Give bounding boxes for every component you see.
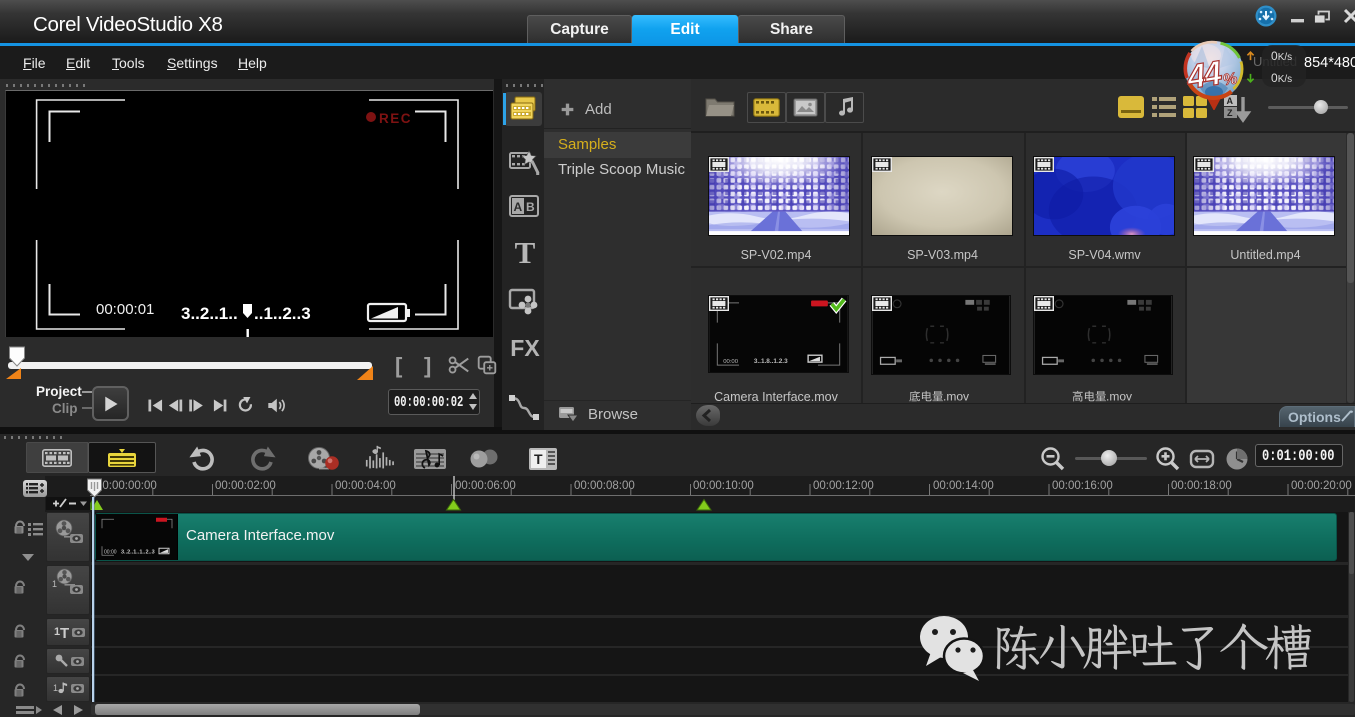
svg-text:00:00:14:00: 00:00:14:00 xyxy=(933,480,994,492)
svg-text:00:00:10:00: 00:00:10:00 xyxy=(693,480,754,492)
svg-text:3..1.8..1.2.3: 3..1.8..1.2.3 xyxy=(754,358,788,365)
svg-text:..1..2..3: ..1..2..3 xyxy=(254,304,311,323)
svg-text:00:00:08:00: 00:00:08:00 xyxy=(574,480,635,492)
svg-text:00:00:01: 00:00:01 xyxy=(96,301,154,318)
svg-text:3..2..1..1..2..3: 3..2..1..1..2..3 xyxy=(121,549,155,555)
svg-text:00:00: 00:00 xyxy=(104,549,117,555)
svg-text:00:00:00:00: 00:00:00:00 xyxy=(96,480,157,492)
svg-text:1: 1 xyxy=(53,683,58,693)
svg-text:1: 1 xyxy=(52,579,57,589)
svg-text:00:00:04:00: 00:00:04:00 xyxy=(335,480,396,492)
svg-text:00:00:12:00: 00:00:12:00 xyxy=(813,480,874,492)
svg-text:.mov: .mov xyxy=(943,390,969,404)
svg-text:00:00:16:00: 00:00:16:00 xyxy=(1052,480,1113,492)
svg-text:T: T xyxy=(534,451,543,467)
svg-text:%: % xyxy=(1222,70,1239,89)
svg-text:00:00:02:00: 00:00:02:00 xyxy=(215,480,276,492)
svg-text:REC: REC xyxy=(379,111,412,126)
svg-text:.mov: .mov xyxy=(1106,390,1132,404)
svg-text:A: A xyxy=(514,200,523,214)
svg-text:B: B xyxy=(526,200,535,214)
svg-text:00:00: 00:00 xyxy=(723,359,738,365)
svg-text:3..2..1..: 3..2..1.. xyxy=(181,304,238,323)
svg-text:00:00:06:00: 00:00:06:00 xyxy=(455,480,516,492)
svg-text:00:00:20:00: 00:00:20:00 xyxy=(1291,480,1352,492)
svg-text:T: T xyxy=(60,625,69,642)
svg-text:00:00:18:00: 00:00:18:00 xyxy=(1171,480,1232,492)
